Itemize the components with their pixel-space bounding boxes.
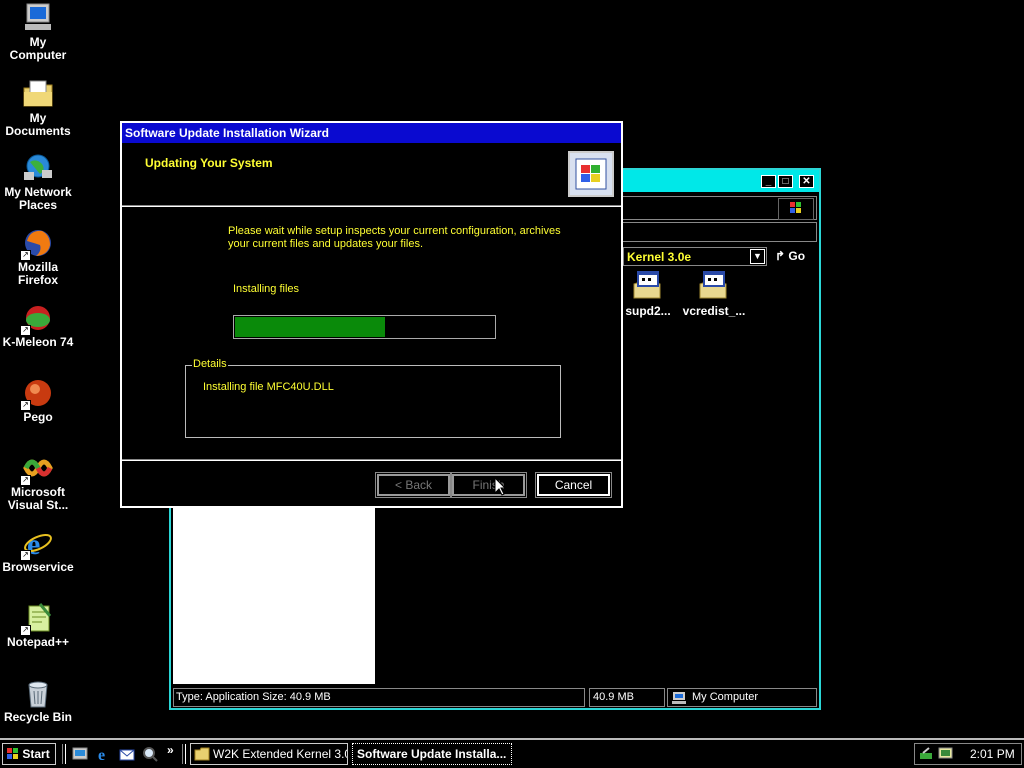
show-desktop-icon[interactable] bbox=[72, 746, 90, 762]
network-places-icon bbox=[22, 152, 54, 184]
status-zone-label: My Computer bbox=[692, 691, 759, 703]
mouse-cursor-icon bbox=[494, 476, 507, 496]
footer-divider bbox=[122, 459, 621, 461]
dropdown-arrow-icon[interactable]: ▼ bbox=[750, 249, 765, 264]
install-progress-bar bbox=[233, 315, 496, 339]
shortcut-arrow-icon: ↗ bbox=[20, 325, 31, 336]
file-name: supd2... bbox=[625, 304, 671, 318]
task-label: W2K Extended Kernel 3.0e bbox=[213, 747, 348, 761]
desktop-icon-label: Microsoft Visual St... bbox=[7, 485, 69, 512]
start-button[interactable]: Start bbox=[2, 743, 56, 765]
installer-file-icon bbox=[632, 270, 664, 302]
address-value: Kernel 3.0e bbox=[627, 250, 692, 264]
shortcut-arrow-icon: ↗ bbox=[20, 625, 31, 636]
desktop-icon-notepad-plus[interactable]: ↗ Notepad++ bbox=[0, 602, 76, 649]
desktop-icon-label: Recycle Bin bbox=[3, 710, 73, 724]
clock[interactable]: 2:01 PM bbox=[970, 747, 1015, 761]
desktop-icon-label: My Documents bbox=[5, 111, 71, 138]
desktop-icon-label: K-Meleon 74 bbox=[2, 335, 74, 349]
file-item[interactable]: supd2... bbox=[623, 270, 673, 318]
kmeleon-icon: ↗ bbox=[20, 302, 54, 336]
status-size: 40.9 MB bbox=[589, 688, 665, 707]
windows-logo-icon bbox=[778, 198, 814, 220]
desktop-icon-label: Notepad++ bbox=[6, 635, 69, 649]
svg-text:e: e bbox=[98, 747, 105, 762]
progress-fill bbox=[235, 317, 385, 337]
minimize-button[interactable]: _ bbox=[761, 175, 776, 188]
shortcut-arrow-icon: ↗ bbox=[20, 400, 31, 411]
progress-label: Installing files bbox=[233, 283, 300, 295]
pego-icon: ↗ bbox=[20, 377, 54, 411]
installer-file-icon bbox=[698, 270, 730, 302]
folder-icon bbox=[194, 747, 210, 761]
desktop-icon-recycle-bin[interactable]: Recycle Bin bbox=[0, 677, 76, 724]
quicklaunch-overflow-icon[interactable]: » bbox=[167, 743, 174, 757]
go-arrow-icon: ↱ bbox=[775, 249, 786, 263]
explorer-left-pane bbox=[173, 508, 375, 684]
my-documents-icon bbox=[22, 78, 54, 110]
shortcut-arrow-icon: ↗ bbox=[20, 475, 31, 486]
my-computer-icon bbox=[671, 691, 687, 704]
desktop-icon-label: My Network Places bbox=[4, 185, 72, 212]
shortcut-arrow-icon: ↗ bbox=[20, 250, 31, 261]
outlook-express-icon[interactable] bbox=[119, 746, 137, 762]
wizard-heading: Updating Your System bbox=[145, 156, 273, 170]
windows-flag-icon bbox=[7, 745, 19, 759]
header-divider bbox=[122, 205, 621, 207]
desktop-icon-network-places[interactable]: My Network Places bbox=[0, 152, 76, 212]
safely-remove-hardware-icon[interactable] bbox=[919, 747, 935, 761]
desktop-icon-label: Mozilla Firefox bbox=[17, 260, 58, 287]
internet-explorer-icon: e ↗ bbox=[20, 527, 54, 561]
file-item[interactable]: vcredist_... bbox=[679, 270, 749, 318]
setup-wizard-dialog[interactable]: Software Update Installation Wizard Upda… bbox=[120, 121, 623, 508]
taskbar-separator bbox=[182, 744, 186, 764]
desktop-icon-visual-studio[interactable]: ↗ Microsoft Visual St... bbox=[0, 452, 76, 512]
details-groupbox: Details Installing file MFC40U.DLL bbox=[185, 358, 561, 438]
shortcut-arrow-icon: ↗ bbox=[20, 550, 31, 561]
desktop-icon-pego[interactable]: ↗ Pego bbox=[0, 377, 76, 424]
start-label: Start bbox=[22, 747, 50, 761]
status-zone: My Computer bbox=[667, 688, 817, 707]
desktop-icon-my-documents[interactable]: My Documents bbox=[0, 78, 76, 138]
system-tray: 2:01 PM bbox=[914, 743, 1022, 765]
go-button[interactable]: ↱ Go bbox=[775, 247, 815, 266]
address-combo[interactable]: Kernel 3.0e ▼ bbox=[623, 247, 767, 266]
status-type-size: Type: Application Size: 40.9 MB bbox=[173, 688, 585, 707]
desktop-icon-label: My Computer bbox=[9, 35, 67, 62]
file-name: vcredist_... bbox=[682, 304, 746, 318]
desktop-icon-label: Browservice bbox=[2, 560, 74, 574]
finish-button[interactable]: Finish bbox=[450, 472, 527, 498]
firefox-icon: ↗ bbox=[20, 227, 54, 261]
setup-wizard-logo-icon bbox=[568, 151, 614, 197]
task-button-wizard[interactable]: Software Update Installa... bbox=[352, 743, 512, 765]
taskbar-separator bbox=[62, 744, 66, 764]
details-legend: Details bbox=[192, 358, 228, 370]
desktop-icon-my-computer[interactable]: My Computer bbox=[0, 2, 76, 62]
internet-explorer-icon[interactable]: e bbox=[96, 746, 114, 764]
desktop-icon-label: Pego bbox=[23, 410, 53, 424]
task-label: Software Update Installa... bbox=[357, 747, 507, 761]
back-button[interactable]: < Back bbox=[375, 472, 452, 498]
recycle-bin-icon bbox=[22, 677, 54, 709]
explorer-statusbar: Type: Application Size: 40.9 MB 40.9 MB … bbox=[173, 688, 817, 708]
task-button-explorer[interactable]: W2K Extended Kernel 3.0e bbox=[190, 743, 348, 765]
desktop-icon-kmeleon[interactable]: ↗ K-Meleon 74 bbox=[0, 302, 76, 349]
close-button[interactable]: ✕ bbox=[799, 175, 814, 188]
cancel-button[interactable]: Cancel bbox=[535, 472, 612, 498]
taskbar: Start e » W2K Extended Kernel 3.0e Softw… bbox=[0, 738, 1024, 768]
notepad-plus-icon: ↗ bbox=[20, 602, 54, 636]
desktop-icon-browservice[interactable]: e ↗ Browservice bbox=[0, 527, 76, 574]
maximize-button[interactable]: □ bbox=[778, 175, 793, 188]
visual-studio-icon: ↗ bbox=[20, 452, 54, 486]
wizard-titlebar[interactable]: Software Update Installation Wizard bbox=[122, 123, 621, 143]
desktop-icon-firefox[interactable]: ↗ Mozilla Firefox bbox=[0, 227, 76, 287]
wizard-description: Please wait while setup inspects your cu… bbox=[228, 225, 561, 250]
details-text: Installing file MFC40U.DLL bbox=[203, 381, 334, 393]
monitor-tray-icon[interactable] bbox=[938, 747, 954, 761]
my-computer-icon bbox=[22, 2, 54, 34]
go-label: Go bbox=[788, 249, 806, 263]
search-icon[interactable] bbox=[142, 746, 160, 762]
